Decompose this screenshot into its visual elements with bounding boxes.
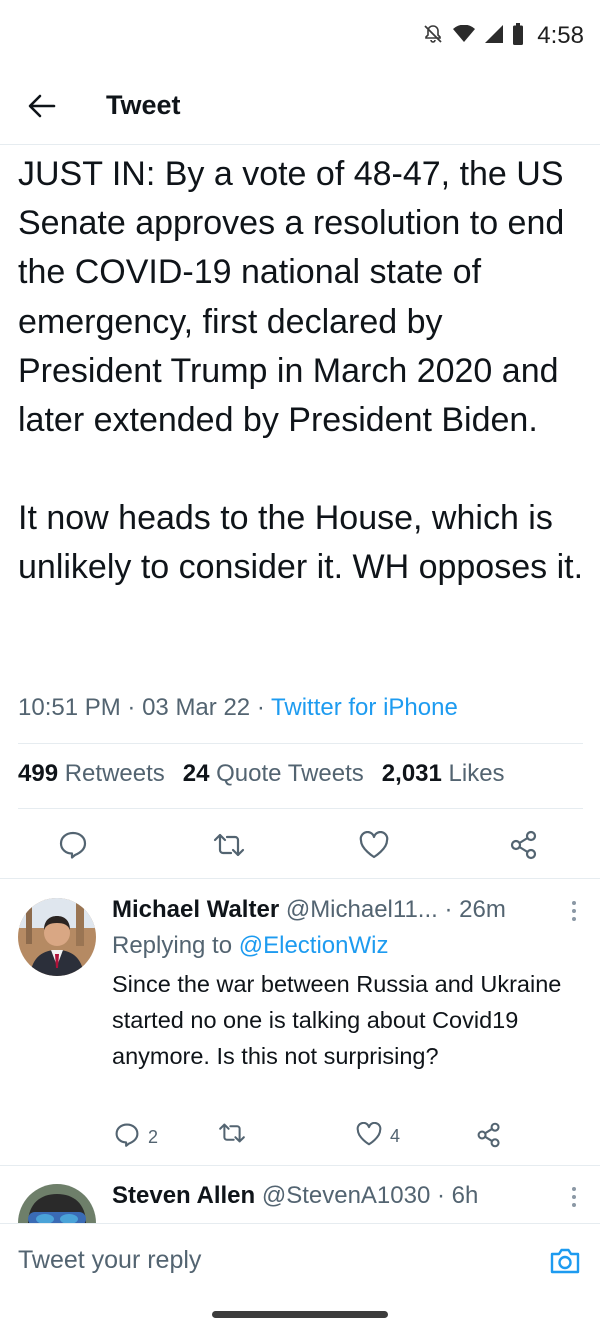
share-icon	[476, 1122, 502, 1153]
share-button[interactable]	[507, 830, 541, 864]
author-handle[interactable]: @StevenA1030	[262, 1182, 430, 1209]
author-name[interactable]: Michael Walter	[112, 896, 279, 923]
quotes-stat[interactable]: 24 Quote Tweets	[183, 760, 364, 788]
reply-tweet[interactable]: Michael Walter @Michael11... · 26m Reply…	[0, 880, 600, 1165]
likes-count: 2,031	[381, 760, 442, 787]
divider	[18, 743, 583, 744]
author-name[interactable]: Steven Allen	[112, 1182, 255, 1209]
tweet-time: 10:51 PM	[18, 694, 121, 721]
retweet-icon	[213, 832, 245, 863]
retweets-label: Retweets	[64, 760, 165, 787]
comment-icon	[114, 1122, 140, 1153]
heart-icon	[359, 830, 389, 864]
reply-composer: Tweet your reply	[0, 1223, 600, 1302]
retweets-stat[interactable]: 499 Retweets	[18, 760, 165, 788]
separator: ·	[127, 694, 136, 721]
reply-like-button[interactable]: 4	[356, 1121, 401, 1151]
tweet-text: JUST IN: By a vote of 48-47, the US Sena…	[18, 150, 588, 593]
battery-icon	[513, 22, 524, 50]
avatar[interactable]	[18, 898, 96, 976]
wifi-icon	[453, 24, 476, 48]
replying-to-label: Replying to	[112, 932, 233, 959]
status-bar: 4:58	[0, 0, 600, 72]
quotes-count: 24	[182, 760, 210, 787]
replying-to: Replying to @ElectionWiz	[112, 932, 388, 960]
cellular-signal-icon	[485, 24, 504, 48]
quotes-label: Quote Tweets	[216, 760, 364, 787]
home-indicator[interactable]	[212, 1311, 388, 1318]
like-button[interactable]	[357, 830, 391, 864]
notifications-muted-icon	[423, 24, 443, 49]
reply-actions: 2 4	[112, 1121, 582, 1153]
back-button[interactable]	[22, 88, 62, 128]
retweet-button[interactable]	[212, 830, 246, 864]
retweet-icon	[218, 1122, 246, 1149]
camera-icon	[548, 1248, 582, 1282]
reply-count: 2	[148, 1127, 159, 1147]
arrow-left-icon	[28, 94, 56, 123]
likes-label: Likes	[448, 760, 505, 787]
camera-button[interactable]	[548, 1244, 582, 1278]
status-time: 4:58	[537, 22, 584, 49]
comment-icon	[58, 830, 88, 865]
reply-time: · 6h	[436, 1182, 479, 1209]
divider	[18, 808, 583, 809]
retweets-count: 499	[18, 760, 59, 787]
more-options-icon[interactable]	[570, 1186, 578, 1208]
reply-tweet[interactable]: Steven Allen @StevenA1030 · 6h	[0, 1166, 600, 1223]
heart-icon	[356, 1121, 382, 1151]
share-icon	[509, 830, 539, 865]
reply-share-button[interactable]	[476, 1122, 502, 1153]
divider	[0, 878, 600, 879]
tweet-actions	[0, 822, 600, 872]
like-count: 4	[390, 1126, 401, 1146]
reply-text: Since the war between Russia and Ukraine…	[112, 971, 562, 1069]
reply-input[interactable]: Tweet your reply	[18, 1246, 201, 1275]
page-title: Tweet	[106, 90, 181, 120]
tweet-metadata: 10:51 PM · 03 Mar 22 · Twitter for iPhon…	[18, 694, 458, 722]
reply-header: Michael Walter @Michael11... · 26m	[112, 896, 506, 924]
tweet-paragraph: JUST IN: By a vote of 48-47, the US Sena…	[18, 155, 565, 440]
tweet-stats: 499 Retweets 24 Quote Tweets 2,031 Likes	[18, 760, 505, 788]
replying-to-handle[interactable]: @ElectionWiz	[239, 932, 389, 959]
tweet-date: 03 Mar 22	[142, 694, 251, 721]
reply-retweet-button[interactable]	[218, 1122, 246, 1149]
more-options-icon[interactable]	[570, 900, 578, 922]
likes-stat[interactable]: 2,031 Likes	[382, 760, 505, 788]
tweet-source-link[interactable]: Twitter for iPhone	[271, 694, 458, 721]
separator: ·	[256, 694, 265, 721]
reply-time: · 26m	[444, 896, 506, 923]
status-icons: 4:58	[423, 22, 584, 50]
tweet-paragraph: It now heads to the House, which is unli…	[18, 499, 584, 587]
reply-button[interactable]	[56, 830, 90, 864]
reply-header: Steven Allen @StevenA1030 · 6h	[112, 1182, 478, 1210]
author-handle[interactable]: @Michael11...	[286, 896, 438, 923]
app-bar: Tweet	[0, 72, 600, 145]
avatar[interactable]	[18, 1184, 96, 1223]
reply-reply-button[interactable]: 2	[114, 1122, 158, 1153]
